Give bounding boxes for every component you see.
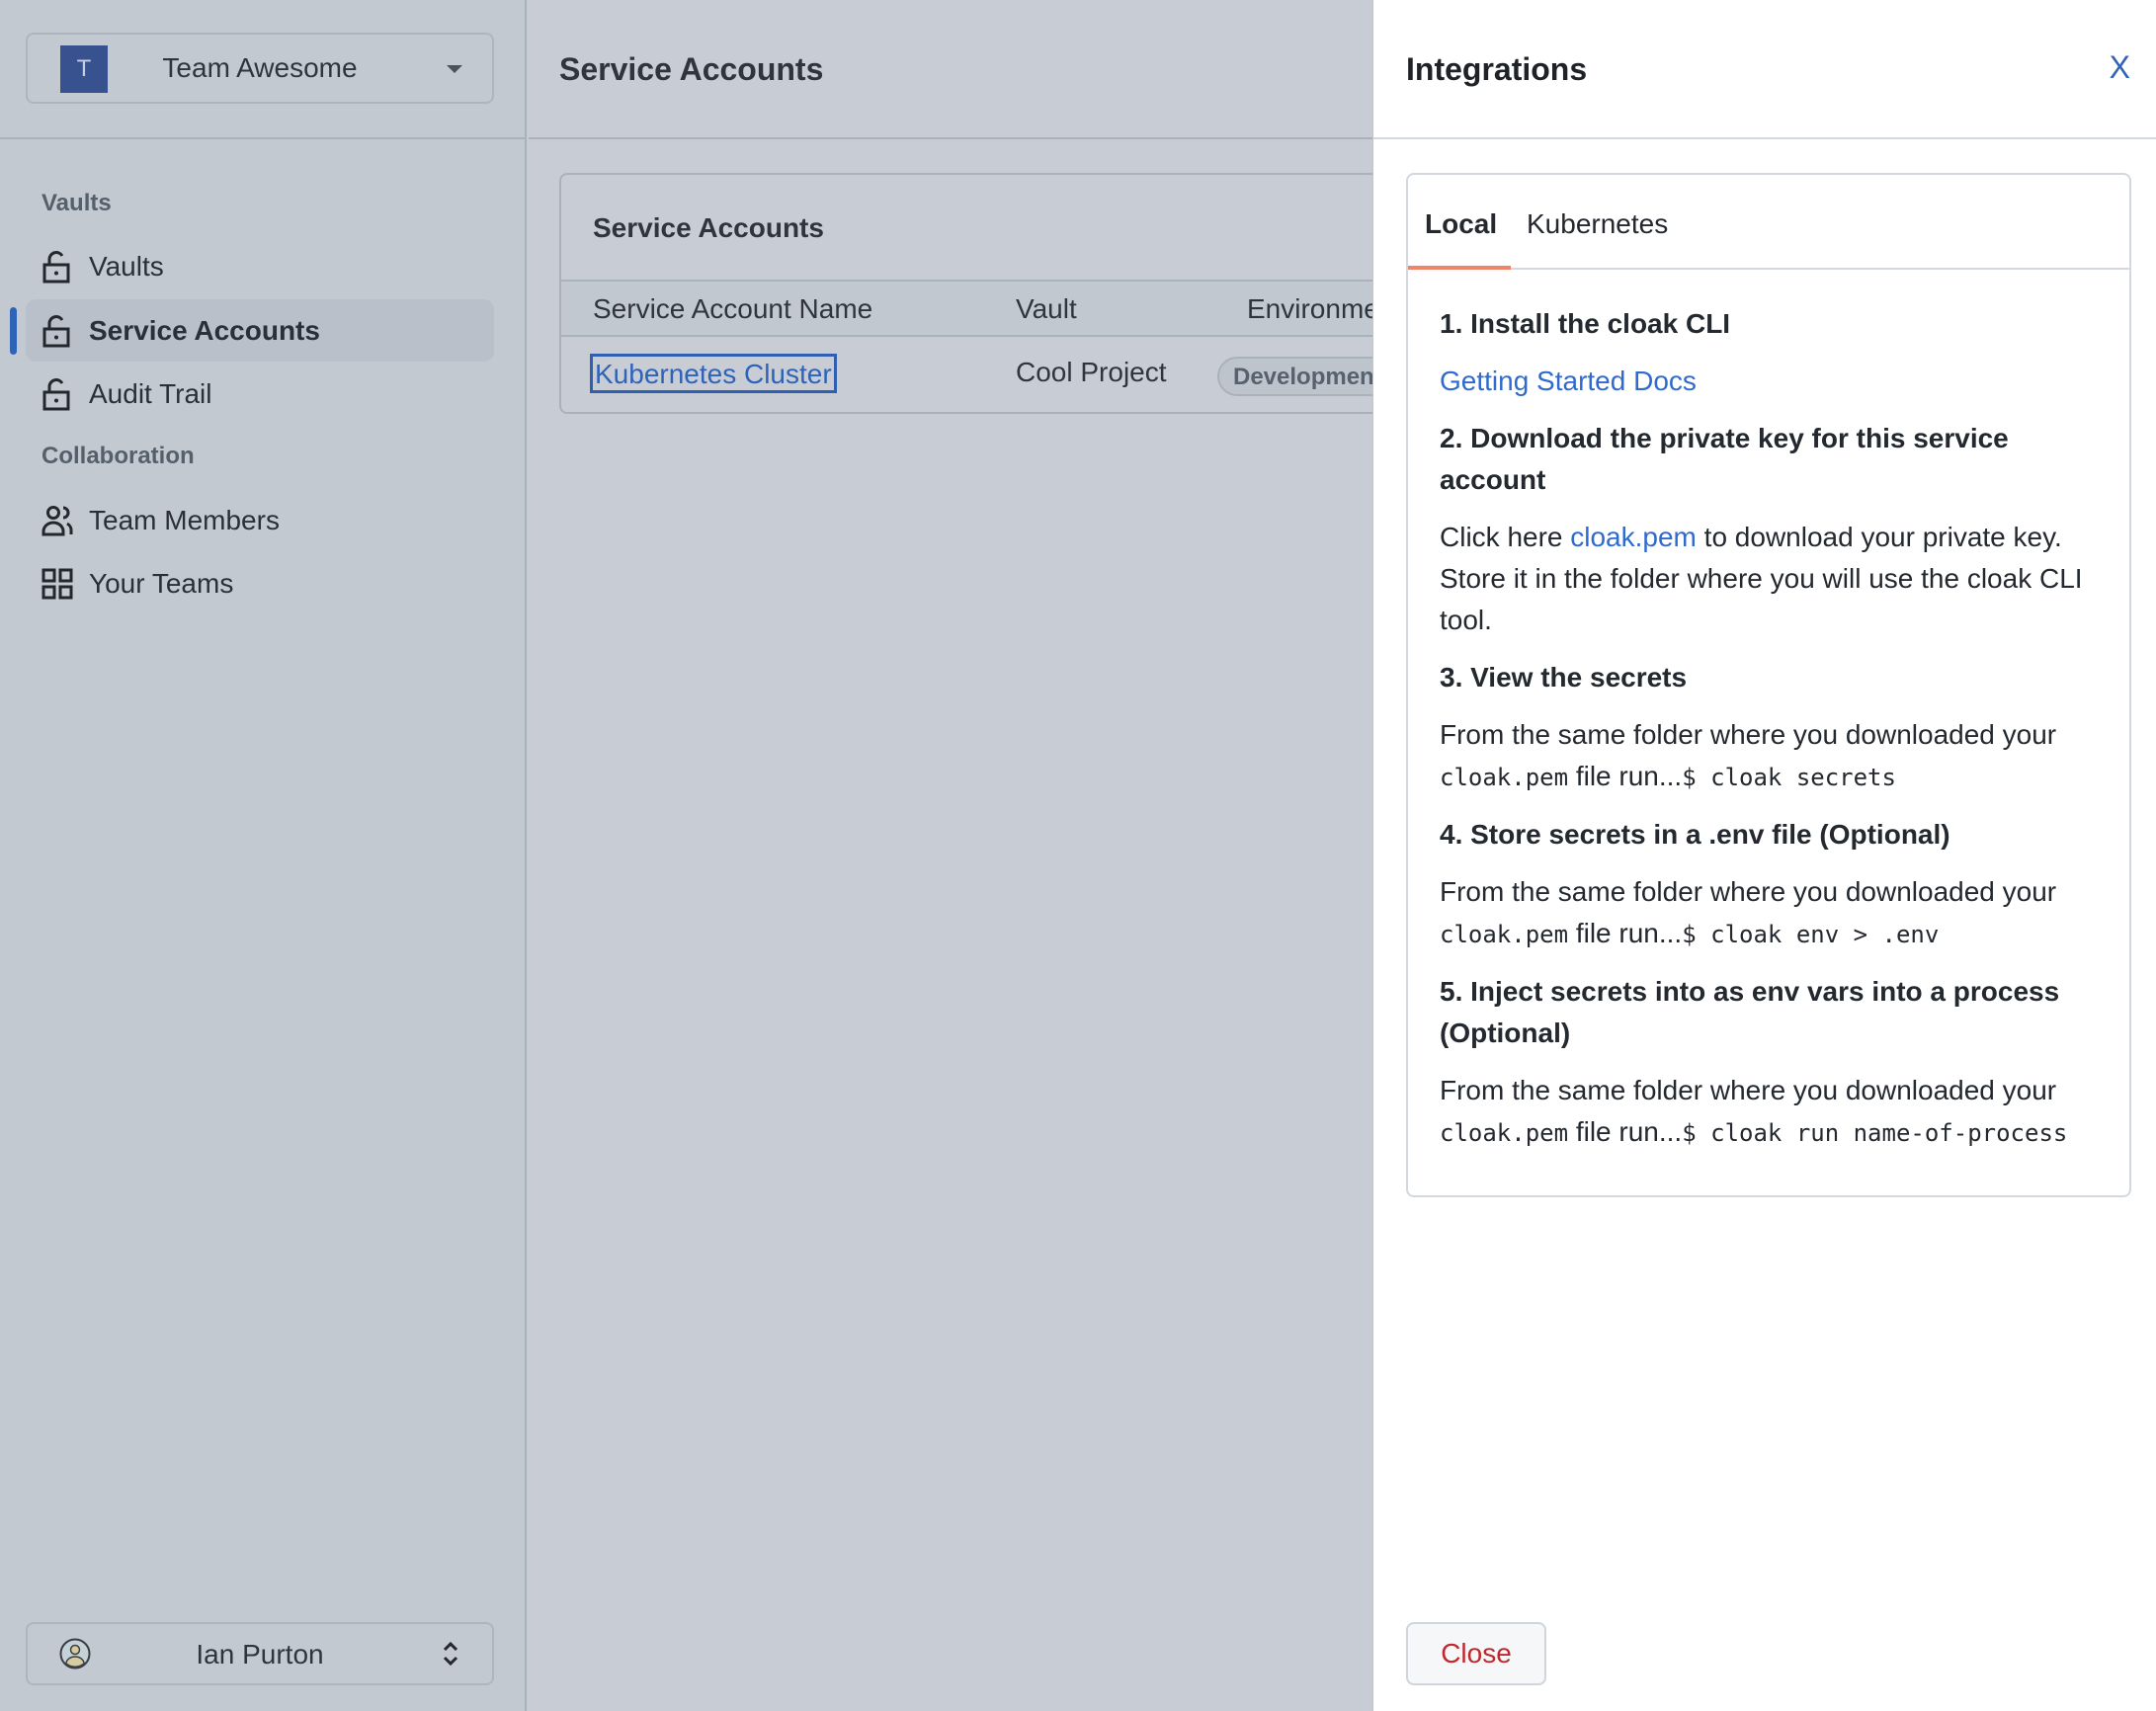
step-3-text-pre: From the same folder where you downloade… [1440, 719, 2057, 750]
caret-down-icon [447, 65, 462, 73]
sidebar: T Team Awesome Vaults Vaults Service Acc… [0, 0, 527, 1711]
sidebar-item-label: Team Members [89, 504, 280, 535]
active-tab-indicator [1408, 266, 1511, 270]
user-menu[interactable]: Ian Purton [26, 1622, 494, 1685]
drawer-title: Integrations [1406, 51, 1588, 87]
column-header-name: Service Account Name [593, 293, 873, 324]
tab-kubernetes[interactable]: Kubernetes [1527, 208, 1668, 240]
user-name: Ian Purton [196, 1639, 324, 1670]
step-4-text: From the same folder where you downloade… [1440, 871, 2112, 955]
chevron-up-down-icon [443, 1641, 458, 1667]
step-5-text: From the same folder where you downloade… [1440, 1070, 2112, 1154]
close-button[interactable]: Close [1406, 1622, 1546, 1685]
step-5-text-mid: file run... [1568, 1116, 1683, 1147]
step-2-text-pre: Click here [1440, 522, 1571, 552]
sidebar-item-service-accounts[interactable]: Service Accounts [26, 299, 494, 362]
page-title: Service Accounts [559, 51, 824, 87]
tab-panel-local: 1. Install the cloak CLI Getting Started… [1440, 303, 2112, 1170]
environment-badge: Development [1217, 357, 1398, 396]
vault-cell: Cool Project [1016, 357, 1167, 387]
step-4-heading: 4. Store secrets in a .env file (Optiona… [1440, 819, 1950, 850]
users-icon [41, 506, 73, 536]
main-header: Service Accounts [529, 0, 1372, 139]
close-icon[interactable]: X [2110, 49, 2130, 86]
active-indicator [10, 307, 17, 355]
download-key-link[interactable]: cloak.pem [1570, 522, 1697, 552]
command-code: $ cloak run name-of-process [1682, 1119, 2068, 1147]
nav-section-collaboration: Collaboration [41, 443, 195, 469]
main-content: Service Accounts Service Accounts Servic… [529, 0, 1449, 1711]
unlock-icon [42, 251, 70, 284]
command-code: $ cloak env > .env [1682, 921, 1940, 948]
service-accounts-card: Service Accounts Service Account Name Va… [559, 173, 1449, 414]
step-2-text: Click here cloak.pem to download your pr… [1440, 517, 2112, 641]
step-4-text-mid: file run... [1568, 918, 1683, 948]
filename-code: cloak.pem [1440, 764, 1569, 791]
command-code: $ cloak secrets [1682, 764, 1896, 791]
filename-code: cloak.pem [1440, 1119, 1569, 1147]
tab-local[interactable]: Local [1425, 208, 1497, 240]
step-5-heading: 5. Inject secrets into as env vars into … [1440, 976, 2060, 1048]
step-1-heading: 1. Install the cloak CLI [1440, 308, 1731, 339]
service-account-link[interactable]: Kubernetes Cluster [590, 354, 837, 393]
sidebar-item-label: Audit Trail [89, 377, 212, 409]
getting-started-docs-link[interactable]: Getting Started Docs [1440, 366, 1697, 396]
sidebar-item-label: Vaults [89, 250, 164, 282]
step-3-text: From the same folder where you downloade… [1440, 714, 2112, 798]
sidebar-item-audit-trail[interactable]: Audit Trail [26, 363, 494, 425]
unlock-icon [42, 315, 70, 348]
table-header: Service Account Name Vault Environment [561, 280, 1447, 337]
grid-icon [41, 568, 73, 600]
nav-section-vaults: Vaults [41, 190, 112, 216]
sidebar-item-label: Service Accounts [89, 314, 320, 346]
sidebar-item-vaults[interactable]: Vaults [26, 235, 494, 297]
team-switcher[interactable]: T Team Awesome [26, 33, 494, 104]
table-row: Kubernetes Cluster Cool Project Developm… [561, 337, 1447, 412]
step-5-text-pre: From the same folder where you downloade… [1440, 1075, 2057, 1105]
tab-bar: Local Kubernetes [1408, 175, 2129, 270]
column-header-vault: Vault [1016, 293, 1077, 324]
sidebar-header: T Team Awesome [0, 0, 525, 139]
step-2-heading: 2. Download the private key for this ser… [1440, 423, 2009, 495]
step-4-text-pre: From the same folder where you downloade… [1440, 876, 2057, 907]
sidebar-item-your-teams[interactable]: Your Teams [26, 552, 494, 614]
step-3-heading: 3. View the secrets [1440, 662, 1688, 693]
sidebar-item-label: Your Teams [89, 567, 234, 599]
team-name: Team Awesome [162, 52, 358, 83]
card-title: Service Accounts [593, 212, 824, 243]
filename-code: cloak.pem [1440, 921, 1569, 948]
integrations-drawer: Integrations X Local Kubernetes 1. Insta… [1372, 0, 2156, 1711]
sidebar-item-team-members[interactable]: Team Members [26, 489, 494, 551]
drawer-header: Integrations X [1373, 0, 2156, 139]
step-3-text-mid: file run... [1568, 761, 1683, 791]
unlock-icon [42, 378, 70, 411]
integrations-card: Local Kubernetes 1. Install the cloak CL… [1406, 173, 2131, 1197]
